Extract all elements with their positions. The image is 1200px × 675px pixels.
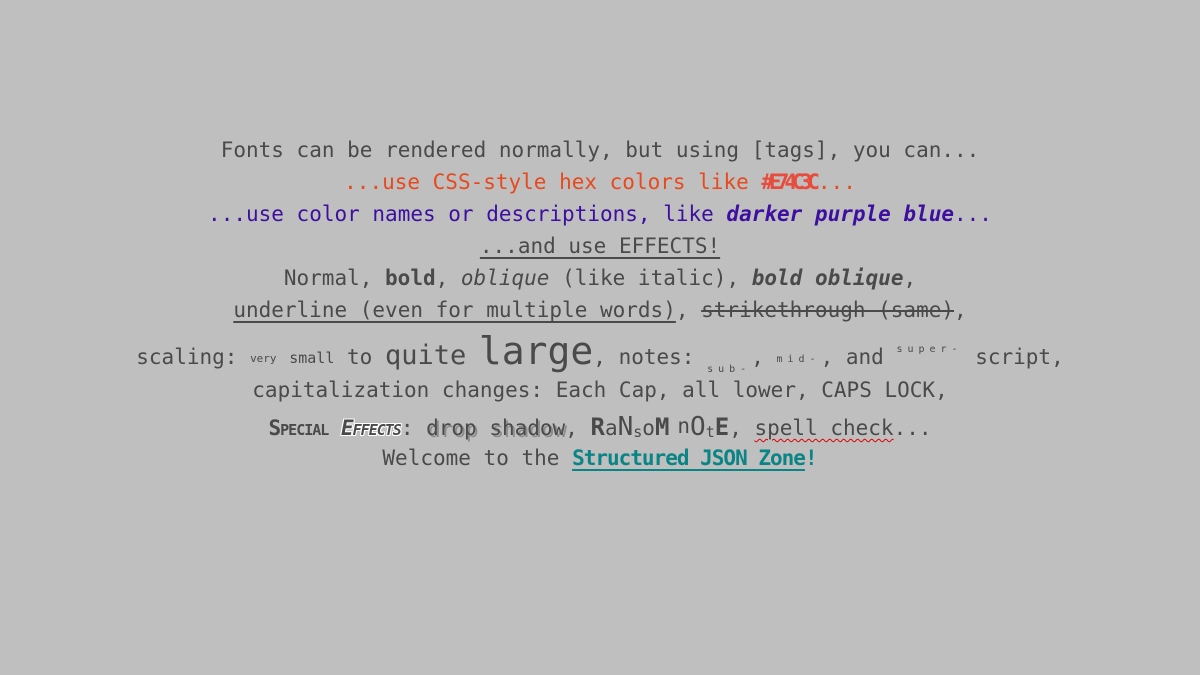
line-color-names: ...use color names or descriptions, like… — [0, 204, 1200, 236]
scaling-large: large — [478, 329, 594, 373]
style-trailing: , — [903, 266, 917, 290]
notes-sep-2: , — [820, 345, 846, 369]
capitalization-caps-lock: CAPS LOCK — [821, 378, 936, 402]
line-hex-colors: ...use CSS-style hex colors like #E74C3C… — [0, 172, 1200, 204]
capitalization-trailing: , — [935, 378, 948, 402]
capitalization-all-lower: all lower — [682, 378, 796, 402]
style-normal: Normal — [283, 266, 360, 290]
special-space — [328, 416, 341, 440]
style-sep-1: , — [359, 266, 386, 290]
spell-check-text: spell check — [754, 416, 894, 440]
notes-sub: sub- — [707, 364, 752, 375]
style-sep-3: , — [726, 266, 752, 290]
capitalization-sep-2: , — [795, 378, 822, 402]
colornames-suffix-text: ... — [954, 202, 992, 226]
text-effects-canvas: Fonts can be rendered normally, but usin… — [0, 0, 1200, 675]
hex-color-value: #E74C3C — [761, 170, 819, 194]
line-special-effects: Special Effects: drop shadow, RaNsoM nOt… — [0, 414, 1200, 448]
ransom-char: n — [677, 414, 691, 438]
line-scaling-and-notes: scaling: very small to quite large, note… — [0, 332, 1200, 380]
effects-word: Effects — [340, 416, 402, 440]
ransom-char: t — [705, 423, 715, 441]
line-intro: Fonts can be rendered normally, but usin… — [0, 140, 1200, 172]
scaling-comma: , — [593, 345, 619, 369]
notes-label: notes: — [618, 345, 708, 369]
style-sep-2: , — [435, 266, 461, 290]
decoration-sep: , — [675, 298, 702, 322]
style-bold: bold — [385, 266, 436, 290]
ransom-char: a — [604, 416, 618, 440]
line-effects-intro: ...and use EFFECTS! — [0, 236, 1200, 268]
ransom-char: o — [642, 416, 655, 440]
capitalization-each-cap: Each Cap — [555, 378, 657, 402]
effects-intro-text: ...and use EFFECTS! — [479, 234, 721, 258]
line-capitalization: capitalization changes: Each Cap, all lo… — [0, 380, 1200, 414]
scaling-label: scaling: — [136, 345, 251, 369]
style-like-italic: (like italic) — [562, 266, 727, 290]
scaling-small: small — [289, 349, 335, 367]
hex-suffix-text: ... — [817, 170, 856, 194]
scaling-space-b — [466, 345, 479, 369]
ransom-char: M — [654, 413, 670, 441]
special-colon: : — [400, 416, 427, 440]
hex-prefix-text: ...use CSS-style hex colors like — [344, 170, 762, 194]
drop-shadow-text: drop shadow — [426, 416, 566, 440]
scaling-very: very — [250, 352, 277, 365]
special-sep-2: , — [729, 416, 755, 440]
colornames-prefix-text: ...use color names or descriptions, like — [208, 202, 727, 226]
decoration-underline: underline (even for multiple words) — [233, 298, 676, 322]
colornames-value: darker purple blue — [726, 202, 954, 226]
ransom-char: R — [590, 413, 605, 441]
line-welcome: Welcome to the Structured JSON Zone! — [0, 448, 1200, 482]
decoration-trailing: , — [954, 298, 967, 322]
notes-and: and — [845, 345, 897, 369]
welcome-bang: ! — [804, 446, 818, 470]
special-word: Special — [268, 416, 330, 440]
notes-sep-1: , — [751, 345, 777, 369]
decoration-strikethrough: strikethrough (same) — [701, 298, 955, 322]
ransom-char: O — [690, 412, 706, 442]
special-sep-1: , — [565, 416, 591, 440]
ransom-char: E — [714, 413, 730, 441]
line-decorations: underline (even for multiple words), str… — [0, 300, 1200, 332]
ransom-char: s — [633, 423, 643, 441]
line-font-styles: Normal, bold, oblique (like italic), bol… — [0, 268, 1200, 300]
notes-super: super- — [896, 344, 963, 355]
capitalization-label: capitalization changes: — [252, 378, 556, 402]
special-ellipsis: ... — [893, 416, 932, 440]
intro-text: Fonts can be rendered normally, but usin… — [220, 138, 980, 162]
notes-mid: mid- — [776, 354, 821, 365]
notes-script: script, — [962, 345, 1064, 369]
capitalization-sep-1: , — [656, 378, 683, 402]
ransom-char: N — [617, 412, 634, 442]
style-bold-oblique: bold oblique — [751, 266, 904, 290]
scaling-to: to — [334, 345, 385, 369]
scaling-quite: quite — [384, 340, 467, 371]
welcome-prefix: Welcome to the — [382, 446, 573, 470]
style-space-1 — [549, 266, 562, 290]
ransom-note-text: RaNsoM nOtE — [590, 412, 730, 442]
welcome-highlight: Structured JSON Zone — [572, 446, 806, 470]
style-oblique: oblique — [460, 266, 550, 290]
scaling-space-a — [277, 345, 290, 369]
